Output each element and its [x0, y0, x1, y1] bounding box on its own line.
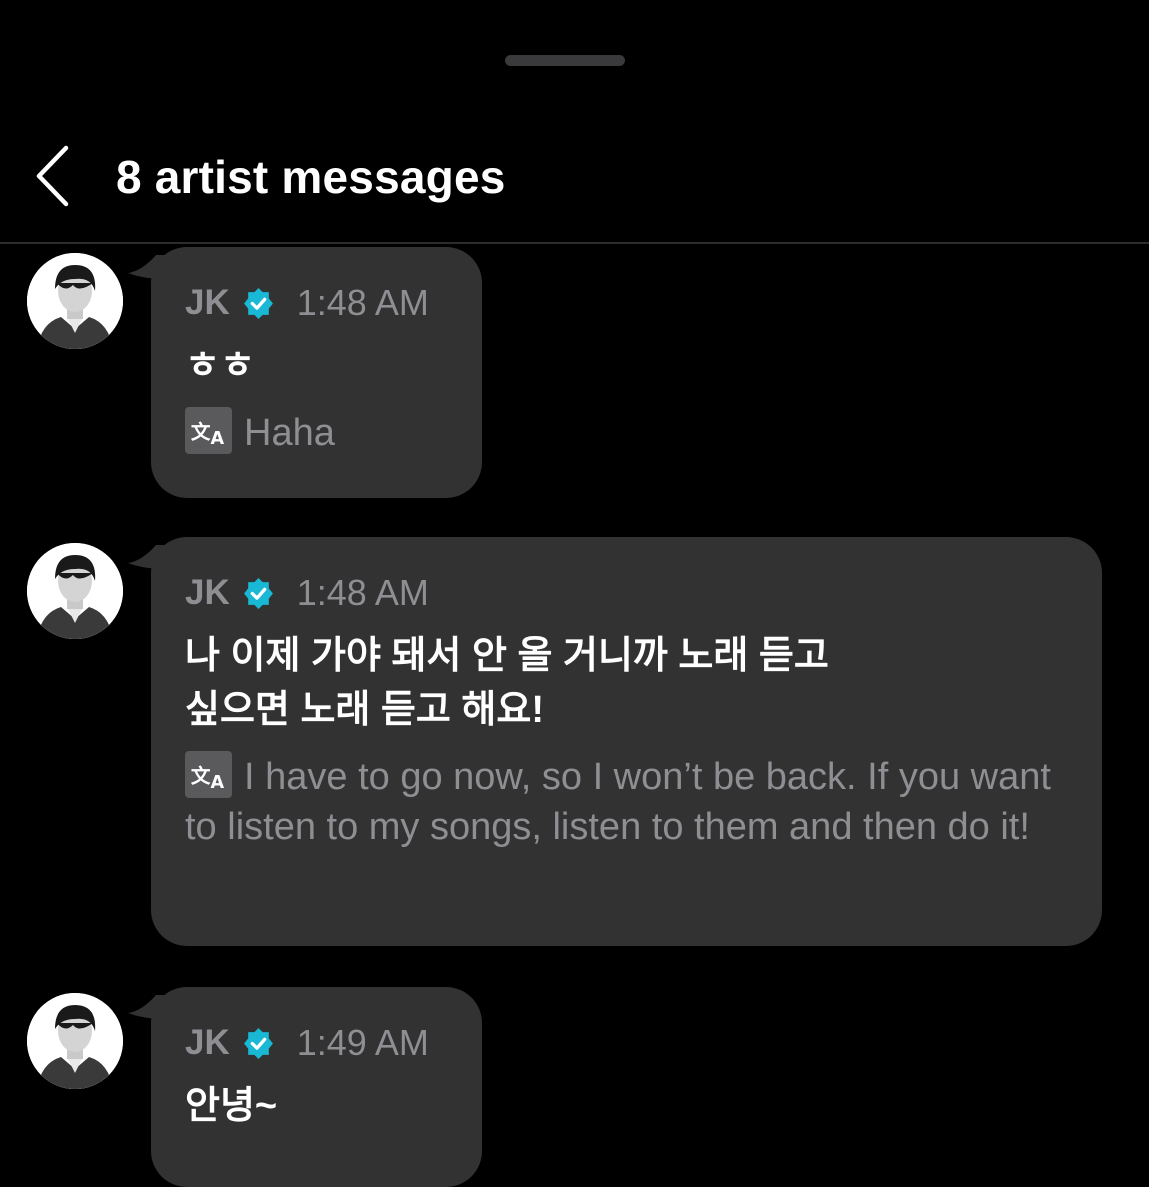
message-text: 나 이제 가야 돼서 안 올 거니까 노래 듣고 싶으면 노래 듣고 해요!: [185, 629, 1068, 737]
svg-text:A: A: [210, 773, 224, 793]
message-time: 1:48 AM: [296, 282, 429, 323]
artist-portrait-image: [27, 993, 123, 1089]
message-item: JK 1:48 AM ㅎㅎ 文 A Haha: [0, 247, 1149, 499]
translate-icon: 文 A: [185, 751, 232, 798]
translate-icon: 文 A: [185, 407, 232, 454]
avatar[interactable]: [27, 253, 123, 349]
message-translation: 文 A Haha: [185, 407, 448, 458]
avatar[interactable]: [27, 543, 123, 639]
header-divider: [0, 242, 1149, 244]
message-item: JK 1:49 AM 안녕~: [0, 987, 1149, 1187]
message-time: 1:48 AM: [296, 572, 429, 613]
verified-badge-icon: [243, 577, 273, 609]
sender-name: JK: [185, 283, 230, 322]
translation-text: I have to go now, so I won’t be back. If…: [185, 756, 1051, 848]
message-text-line: 나 이제 가야 돼서 안 올 거니까 노래 듣고: [185, 635, 829, 677]
sender-name: JK: [185, 1023, 230, 1062]
message-text-line: 싶으면 노래 듣고 해요!: [185, 689, 544, 731]
back-button[interactable]: [28, 144, 78, 208]
message-meta: JK 1:49 AM: [185, 1021, 448, 1065]
sender-name: JK: [185, 573, 230, 612]
message-translation: 文 A I have to go now, so I won’t be back…: [185, 751, 1068, 852]
message-text: ㅎㅎ: [185, 345, 255, 387]
message-bubble[interactable]: JK 1:49 AM 안녕~: [151, 987, 482, 1187]
svg-text:A: A: [210, 429, 224, 449]
message-text: 안녕~: [185, 1085, 278, 1127]
svg-text:文: 文: [191, 764, 211, 787]
verified-badge-icon: [243, 287, 273, 319]
artist-portrait-image: [27, 253, 123, 349]
message-meta: JK 1:48 AM: [185, 281, 448, 325]
avatar[interactable]: [27, 993, 123, 1089]
message-time: 1:49 AM: [296, 1022, 429, 1063]
sheet-grabber-handle[interactable]: [505, 55, 625, 66]
message-meta: JK 1:48 AM: [185, 571, 1068, 615]
chevron-left-icon: [36, 145, 69, 207]
translation-text: Haha: [244, 412, 335, 454]
artist-portrait-image: [27, 543, 123, 639]
message-bubble[interactable]: JK 1:48 AM 나 이제 가야 돼서 안 올 거니까 노래 듣고 싶으면 …: [151, 537, 1102, 946]
svg-text:文: 文: [191, 420, 211, 443]
message-item: JK 1:48 AM 나 이제 가야 돼서 안 올 거니까 노래 듣고 싶으면 …: [0, 537, 1149, 947]
verified-badge-icon: [243, 1027, 273, 1059]
header-bar: 8 artist messages: [0, 130, 1149, 240]
page-title: 8 artist messages: [116, 151, 506, 203]
message-bubble[interactable]: JK 1:48 AM ㅎㅎ 文 A Haha: [151, 247, 482, 498]
